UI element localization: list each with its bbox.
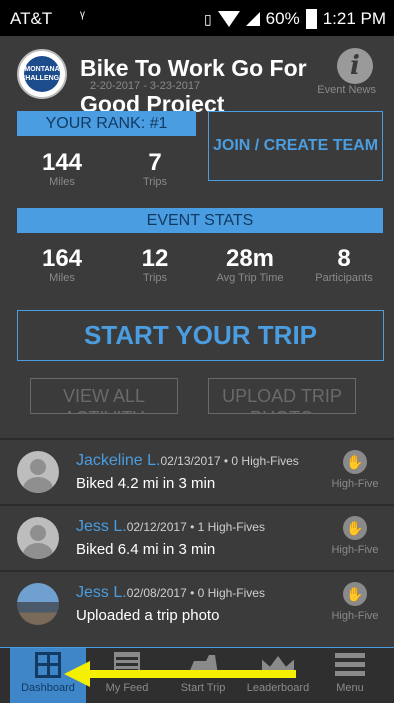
feed-user-name[interactable]: Jackeline L.	[76, 452, 161, 469]
feed-item[interactable]: Jackeline L.02/13/2017 • 0 High-Fives Bi…	[0, 438, 394, 504]
avatar	[17, 451, 59, 493]
rank-trips-value: 7	[148, 149, 162, 176]
rank-miles-stat: 144 Miles	[22, 149, 102, 189]
wifi-icon	[217, 11, 240, 27]
tab-label: My Feed	[105, 682, 149, 694]
avatar	[17, 583, 59, 625]
event-avg-time-value: 28m	[225, 245, 275, 272]
feed-user-name[interactable]: Jess L.	[76, 518, 127, 535]
rank-trips-label: Trips	[142, 176, 168, 188]
dashboard-icon	[35, 652, 61, 678]
feed-text: Biked 6.4 mi in 3 min	[76, 541, 216, 558]
rank-miles-label: Miles	[49, 176, 75, 188]
vibrate-icon: ▯	[203, 10, 212, 27]
feed-text: Biked 4.2 mi in 3 min	[76, 475, 216, 492]
tab-menu[interactable]: Menu	[318, 648, 382, 703]
tab-label: Start Trip	[180, 682, 226, 694]
feed-item[interactable]: Jess L.02/08/2017 • 0 High-Fives Uploade…	[0, 570, 394, 636]
upload-trip-photo-button[interactable]: UPLOAD TRIP PHOTO	[208, 378, 356, 414]
tab-label: Leaderboard	[246, 682, 310, 694]
high-five-label: High-Five	[331, 544, 379, 556]
join-create-team-button[interactable]: JOIN / CREATE TEAM	[208, 111, 383, 181]
clock: 1:21 PM	[322, 9, 386, 28]
feed-meta: 02/12/2017 • 1 High-Fives	[126, 520, 265, 534]
event-logo-badge: MONTANA CHALLENGE	[20, 56, 64, 92]
cell-signal-icon	[245, 12, 260, 26]
rank-miles-value: 144	[41, 149, 83, 176]
hand-icon: ✋	[343, 582, 367, 606]
hand-icon: ✋	[343, 450, 367, 474]
event-miles-value: 164	[41, 245, 83, 272]
view-all-activity-button[interactable]: VIEW ALL ACTIVITY	[30, 378, 178, 414]
event-logo: MONTANA CHALLENGE	[17, 49, 67, 99]
high-five-button[interactable]: ✋ High-Five	[330, 516, 380, 556]
event-dates: 2-20-2017 - 3-23-2017	[90, 80, 201, 92]
status-right: ▯ 60% 1:21 PM	[204, 9, 386, 29]
info-icon[interactable]: i	[337, 48, 373, 84]
event-trips-label: Trips	[142, 272, 168, 284]
carrier-label: AT&T	[10, 9, 53, 28]
event-trips-stat: 12 Trips	[115, 245, 195, 285]
tab-label: Menu	[336, 682, 364, 694]
high-five-label: High-Five	[331, 610, 379, 622]
feed-meta: 02/13/2017 • 0 High-Fives	[160, 454, 299, 468]
event-miles-label: Miles	[49, 272, 75, 284]
event-news-link[interactable]: Event News	[317, 84, 376, 96]
avatar	[17, 517, 59, 559]
feed-meta: 02/08/2017 • 0 High-Fives	[126, 586, 265, 600]
hand-icon: ✋	[343, 516, 367, 540]
rank-trips-stat: 7 Trips	[115, 149, 195, 189]
event-participants-label: Participants	[315, 272, 373, 284]
status-bar: AT&T ᵞ ▯ 60% 1:21 PM	[0, 0, 394, 36]
start-your-trip-button[interactable]: START YOUR TRIP	[17, 310, 384, 361]
event-participants-stat: 8 Participants	[300, 245, 388, 285]
event-participants-value: 8	[337, 245, 351, 272]
menu-icon	[335, 653, 365, 677]
notification-icon: ᵞ	[80, 8, 85, 25]
event-stats-banner: EVENT STATS	[17, 208, 383, 233]
event-trips-value: 12	[141, 245, 169, 272]
high-five-button[interactable]: ✋ High-Five	[330, 450, 380, 490]
feed-item[interactable]: Jess L.02/12/2017 • 1 High-Fives Biked 6…	[0, 504, 394, 570]
battery-icon	[305, 9, 317, 29]
event-miles-stat: 164 Miles	[22, 245, 102, 285]
event-avg-time-stat: 28m Avg Trip Time	[200, 245, 300, 285]
rank-banner: YOUR RANK: #1	[17, 111, 196, 136]
feed-text: Uploaded a trip photo	[76, 607, 220, 624]
high-five-button[interactable]: ✋ High-Five	[330, 582, 380, 622]
battery-percent: 60%	[265, 9, 300, 28]
feed-item-header: Jess L.02/08/2017 • 0 High-Fives	[76, 584, 265, 602]
feed-user-name[interactable]: Jess L.	[76, 584, 127, 601]
event-avg-time-label: Avg Trip Time	[216, 272, 284, 284]
feed-item-header: Jess L.02/12/2017 • 1 High-Fives	[76, 518, 265, 536]
annotation-arrow	[86, 670, 296, 678]
feed-item-header: Jackeline L.02/13/2017 • 0 High-Fives	[76, 452, 299, 470]
high-five-label: High-Five	[331, 478, 379, 490]
